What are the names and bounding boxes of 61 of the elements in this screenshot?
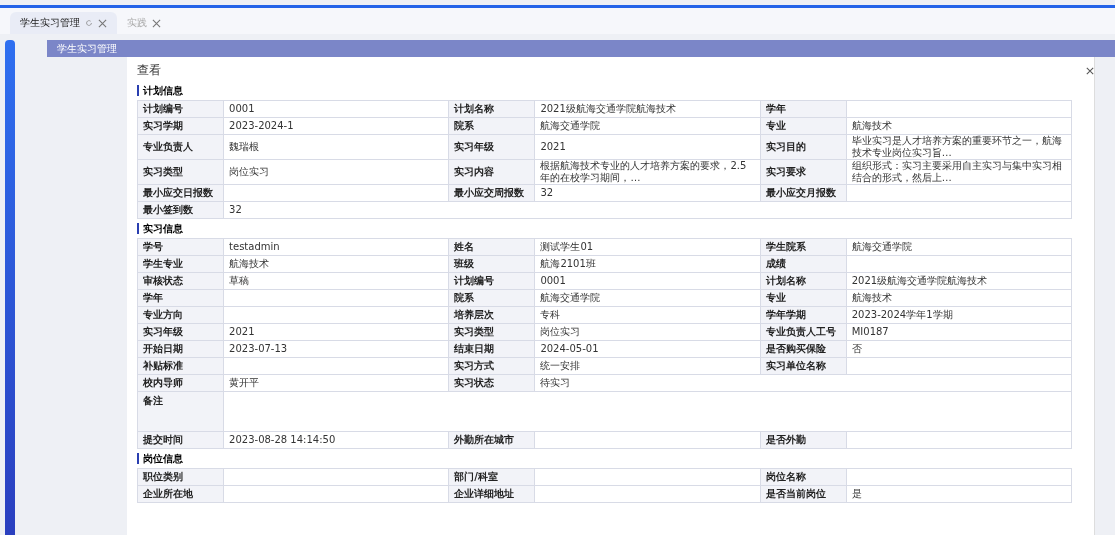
- close-icon[interactable]: [98, 18, 107, 28]
- field-value: 航海交通学院: [534, 289, 761, 307]
- field-label: 实习年级: [448, 134, 535, 160]
- field-value: 2023-2024-1: [223, 117, 449, 135]
- field-label: 实习类型: [137, 159, 224, 185]
- field-label: 实习要求: [760, 159, 847, 185]
- field-value: 毕业实习是人才培养方案的重要环节之一，航海技术专业岗位实习旨…: [846, 134, 1072, 160]
- field-value: 2021级航海交通学院航海技术: [846, 272, 1072, 290]
- section-title: 实习信息: [137, 223, 1084, 234]
- field-label: 计划名称: [448, 100, 535, 118]
- field-label: 实习目的: [760, 134, 847, 160]
- field-value: 2023-07-13: [223, 340, 449, 358]
- page-header: 学生实习管理: [47, 40, 1115, 57]
- field-value: 组织形式：实习主要采用自主实习与集中实习相结合的形式，然后上…: [846, 159, 1072, 185]
- field-value: 航海技术: [223, 255, 449, 273]
- field-value: 航海交通学院: [534, 117, 761, 135]
- field-value: 2021: [534, 134, 761, 160]
- field-value: 根据航海技术专业的人才培养方案的要求，2.5年的在校学习期间，…: [534, 159, 761, 185]
- field-value: 岗位实习: [534, 323, 761, 341]
- field-value: MI0187: [846, 323, 1072, 341]
- field-value: 2021: [223, 323, 449, 341]
- field-value: 航海2101班: [534, 255, 761, 273]
- field-value: 2023-2024学年1学期: [846, 306, 1072, 324]
- section-title: 岗位信息: [137, 453, 1084, 464]
- field-value: 测试学生01: [534, 238, 761, 256]
- field-label: 学年: [760, 100, 847, 118]
- field-label: 专业负责人: [137, 134, 224, 160]
- field-value: 草稿: [223, 272, 449, 290]
- field-value: 航海技术: [846, 289, 1072, 307]
- field-value: 航海交通学院: [846, 238, 1072, 256]
- field-label: 计划编号: [137, 100, 224, 118]
- field-value: 航海技术: [846, 117, 1072, 135]
- close-icon[interactable]: [152, 18, 161, 28]
- field-value: 2021级航海交通学院航海技术: [534, 100, 761, 118]
- field-value: 岗位实习: [223, 159, 449, 185]
- field-value: 专科: [534, 306, 761, 324]
- field-value: 魏瑞根: [223, 134, 449, 160]
- field-value: 2024-05-01: [534, 340, 761, 358]
- field-label: 学生院系: [760, 238, 847, 256]
- field-label: 职位类别: [137, 468, 224, 486]
- field-value: 黄开平: [223, 374, 449, 392]
- tab[interactable]: 学生实习管理: [10, 12, 117, 34]
- field-value: 32: [223, 201, 1072, 219]
- field-value: testadmin: [223, 238, 449, 256]
- field-label: 部门/科室: [448, 468, 535, 486]
- field-label: 实习内容: [448, 159, 535, 185]
- field-label: 学号: [137, 238, 224, 256]
- section-title: 计划信息: [137, 85, 1084, 96]
- field-label: 姓名: [448, 238, 535, 256]
- field-value: 否: [846, 340, 1072, 358]
- field-value: 是: [846, 485, 1072, 503]
- close-icon[interactable]: [1086, 66, 1094, 75]
- field-value: 待实习: [534, 374, 1072, 392]
- field-value: 32: [534, 184, 761, 202]
- field-label: 备注: [137, 391, 224, 432]
- field-value: 统一安排: [534, 357, 761, 375]
- field-value: 0001: [534, 272, 761, 290]
- field-label: 岗位名称: [760, 468, 847, 486]
- field-value: 2023-08-28 14:14:50: [223, 431, 449, 449]
- field-value: 0001: [223, 100, 449, 118]
- dialog-title: 查看: [137, 62, 161, 79]
